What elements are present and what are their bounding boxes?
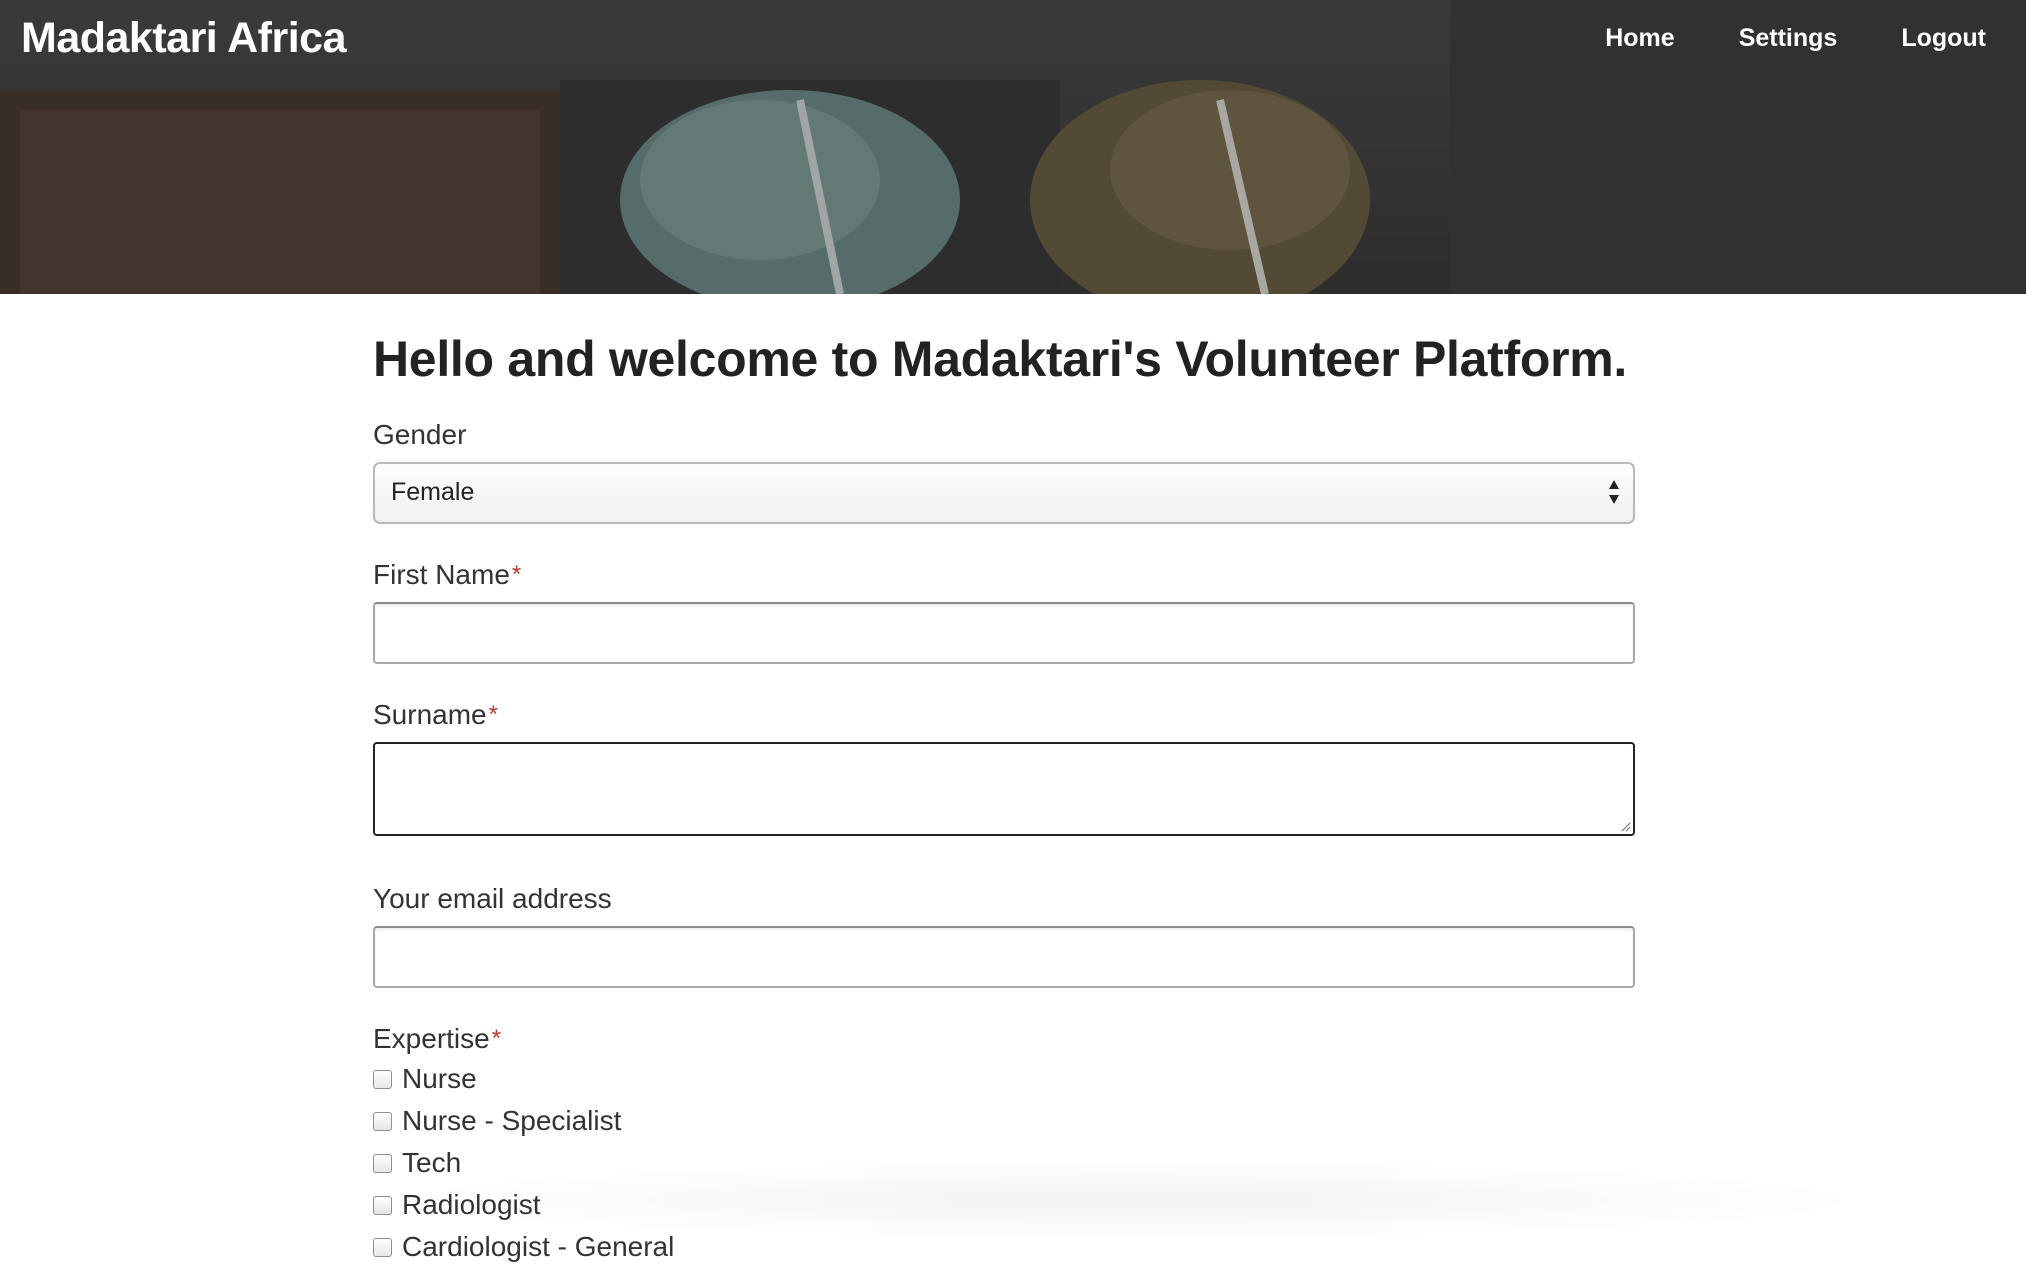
top-nav: Home Settings Logout	[1541, 24, 1986, 53]
registration-form: Hello and welcome to Madaktari's Volunte…	[373, 330, 1635, 1268]
checkbox-label: Cardiologist - General	[402, 1231, 675, 1262]
gender-label-text: Gender	[373, 419, 467, 450]
required-asterisk: *	[491, 1025, 502, 1052]
surname-label: Surname*	[373, 698, 1635, 732]
expertise-option-nurse-specialist[interactable]: Nurse - Specialist	[373, 1100, 1635, 1142]
email-input[interactable]	[373, 926, 1635, 988]
email-label: Your email address	[373, 882, 1635, 916]
required-asterisk: *	[511, 561, 522, 588]
checkbox[interactable]	[373, 1069, 392, 1089]
surname-textarea[interactable]	[373, 742, 1635, 836]
expertise-checkbox-list: Nurse Nurse - Specialist Tech Radiologis…	[373, 1058, 1635, 1268]
expertise-option-cardiologist-general[interactable]: Cardiologist - General	[373, 1226, 1635, 1268]
nav-home-link[interactable]: Home	[1605, 24, 1674, 53]
checkbox-label: Nurse - Specialist	[402, 1105, 622, 1136]
gender-selected-value: Female	[391, 478, 475, 506]
checkbox-label: Nurse	[402, 1063, 477, 1094]
page-title: Hello and welcome to Madaktari's Volunte…	[373, 331, 1627, 387]
checkbox[interactable]	[373, 1153, 392, 1173]
first-name-input[interactable]	[373, 602, 1635, 664]
checkbox-label: Radiologist	[402, 1189, 541, 1220]
expertise-option-radiologist[interactable]: Radiologist	[373, 1184, 1635, 1226]
nav-settings-link[interactable]: Settings	[1739, 24, 1838, 53]
first-name-label-text: First Name	[373, 559, 510, 590]
up-down-arrows-icon	[1609, 480, 1619, 504]
checkbox[interactable]	[373, 1111, 392, 1131]
first-name-label: First Name*	[373, 558, 1635, 592]
nav-logout-link[interactable]: Logout	[1901, 24, 1986, 53]
surname-label-text: Surname	[373, 699, 487, 730]
gender-select[interactable]: Female	[373, 462, 1635, 524]
required-asterisk: *	[488, 701, 498, 728]
checkbox-label: Tech	[402, 1147, 462, 1178]
email-label-text: Your email address	[373, 883, 612, 914]
header-hero: Madaktari Africa Home Settings Logout	[0, 0, 2026, 294]
expertise-label-text: Expertise	[373, 1023, 490, 1054]
resize-grip-icon[interactable]	[1619, 820, 1631, 832]
gender-label: Gender	[373, 418, 1635, 452]
expertise-label: Expertise*	[373, 1022, 1635, 1056]
brand-logo-link[interactable]: Madaktari Africa	[21, 14, 346, 63]
expertise-option-nurse[interactable]: Nurse	[373, 1058, 1635, 1100]
expertise-option-tech[interactable]: Tech	[373, 1142, 1635, 1184]
checkbox[interactable]	[373, 1237, 392, 1257]
checkbox[interactable]	[373, 1195, 392, 1215]
